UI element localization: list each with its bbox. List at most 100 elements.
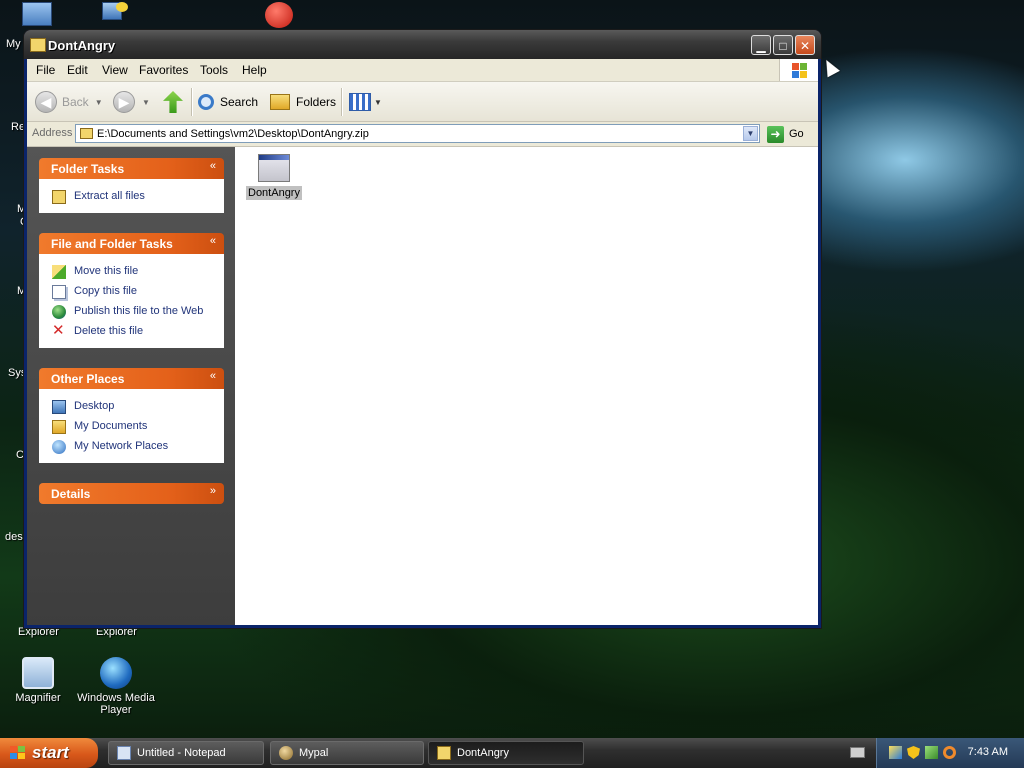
keyboard-language-icon[interactable]	[850, 747, 865, 758]
address-input[interactable]: E:\Documents and Settings\vm2\Desktop\Do…	[75, 124, 760, 143]
place-label: My Network Places	[74, 440, 169, 452]
menu-file[interactable]: File	[36, 63, 55, 77]
go-label: Go	[789, 128, 804, 140]
file-view[interactable]: DontAngry	[235, 147, 818, 625]
back-button[interactable]: ◀ Back ▼	[35, 90, 103, 114]
address-value: E:\Documents and Settings\vm2\Desktop\Do…	[97, 128, 369, 140]
start-label: start	[32, 743, 69, 762]
desktop-icon-network[interactable]	[102, 2, 132, 30]
search-label: Search	[220, 95, 259, 109]
desktop-icon	[52, 400, 66, 414]
close-icon: ✕	[799, 39, 811, 53]
taskbar-button-label: Untitled - Notepad	[137, 747, 226, 759]
back-dropdown-icon[interactable]: ▼	[95, 98, 103, 107]
msn-bubble-icon	[116, 2, 128, 12]
address-dropdown-icon[interactable]: ▼	[743, 126, 758, 141]
connection-tray-icon[interactable]	[925, 746, 938, 759]
close-button[interactable]: ✕	[795, 35, 815, 55]
forward-dropdown-icon[interactable]: ▼	[142, 98, 150, 107]
search-tray-icon[interactable]	[943, 746, 956, 759]
my-computer-icon	[22, 2, 52, 26]
desktop-icon-game[interactable]	[265, 2, 295, 30]
panel-header[interactable]: Other Places «	[39, 368, 224, 389]
folder-icon	[30, 38, 46, 52]
menu-bar: File Edit View Favorites Tools Help	[27, 59, 818, 82]
task-label: Publish this file to the Web	[74, 305, 204, 317]
publish-icon	[52, 305, 66, 319]
desktop-fragment-c2[interactable]: C	[16, 449, 24, 461]
start-button[interactable]: start	[0, 738, 98, 768]
task-move-this-file[interactable]: Move this file	[39, 262, 224, 282]
forward-arrow-icon: ▶	[113, 91, 135, 113]
maximize-button[interactable]: □	[773, 35, 793, 55]
taskbar-button-dontangry[interactable]: DontAngry	[428, 741, 584, 765]
menu-help[interactable]: Help	[242, 63, 267, 77]
expand-chevron-icon[interactable]: »	[210, 485, 216, 497]
task-label: Copy this file	[74, 285, 137, 297]
place-my-network-places[interactable]: My Network Places	[39, 437, 224, 457]
collapse-chevron-icon[interactable]: «	[210, 370, 216, 382]
taskbar-button-label: Mypal	[299, 747, 329, 759]
maximize-icon: □	[779, 39, 787, 53]
folders-button[interactable]: Folders	[270, 90, 336, 114]
taskbar: start Untitled - Notepad Mypal DontAngry…	[0, 738, 1024, 768]
network-places-icon	[52, 440, 66, 454]
desktop-icon-magnifier[interactable]: Magnifier	[0, 657, 78, 704]
forward-button[interactable]: ▶ ▼	[113, 90, 150, 114]
search-button[interactable]: Search	[198, 90, 258, 114]
desktop-fragment-des[interactable]: des	[5, 531, 23, 543]
mypal-icon	[279, 746, 293, 760]
desktop-fragment-my[interactable]: My	[6, 38, 21, 50]
explorer-window: DontAngry ▁ □ ✕ File Edit View Favorites…	[24, 30, 821, 628]
task-copy-this-file[interactable]: Copy this file	[39, 282, 224, 302]
place-my-documents[interactable]: My Documents	[39, 417, 224, 437]
panel-header[interactable]: File and Folder Tasks «	[39, 233, 224, 254]
security-shield-icon[interactable]	[907, 746, 920, 759]
views-dropdown-icon: ▼	[374, 97, 382, 107]
file-item-dontangry[interactable]: DontAngry	[246, 154, 302, 200]
mouse-pointer-icon	[820, 56, 840, 78]
place-desktop[interactable]: Desktop	[39, 397, 224, 417]
clock[interactable]: 7:43 AM	[968, 746, 1008, 758]
task-publish-to-web[interactable]: Publish this file to the Web	[39, 302, 224, 322]
taskbar-button-notepad[interactable]: Untitled - Notepad	[108, 741, 264, 765]
menu-edit[interactable]: Edit	[67, 63, 88, 77]
collapse-chevron-icon[interactable]: «	[210, 235, 216, 247]
task-pane: Folder Tasks « Extract all files File an…	[27, 147, 235, 625]
desktop-icon-media-player[interactable]: Windows Media Player	[76, 657, 156, 716]
panel-header[interactable]: Details »	[39, 483, 224, 504]
views-button[interactable]: ▼	[349, 90, 382, 114]
window-titlebar[interactable]: DontAngry ▁ □ ✕	[24, 30, 821, 59]
menu-favorites[interactable]: Favorites	[139, 63, 188, 77]
views-icon	[349, 93, 371, 111]
menu-view[interactable]: View	[102, 63, 128, 77]
network-tray-icon[interactable]	[889, 746, 902, 759]
place-label: Desktop	[74, 400, 115, 412]
desktop-icon-label: Magnifier	[15, 692, 61, 704]
desktop-icon-label: Windows Media Player	[77, 692, 155, 716]
up-arrow-icon	[163, 91, 183, 113]
panel-title: Other Places	[51, 372, 125, 386]
task-delete-this-file[interactable]: ✕ Delete this file	[39, 322, 224, 342]
application-icon	[258, 154, 290, 182]
folder-icon	[437, 746, 451, 760]
folders-label: Folders	[296, 95, 337, 109]
minimize-button[interactable]: ▁	[751, 35, 771, 55]
media-player-icon	[100, 657, 132, 689]
up-folder-button[interactable]	[163, 90, 183, 114]
toolbar-separator	[341, 88, 343, 116]
desktop-fragment-re[interactable]: Re	[11, 121, 25, 133]
panel-title: Folder Tasks	[51, 162, 125, 176]
taskbar-button-mypal[interactable]: Mypal	[270, 741, 424, 765]
system-tray: 7:43 AM	[876, 738, 1024, 768]
task-extract-all-files[interactable]: Extract all files	[39, 187, 224, 207]
go-button[interactable]: ➜ Go	[767, 125, 804, 143]
collapse-chevron-icon[interactable]: «	[210, 160, 216, 172]
panel-header[interactable]: Folder Tasks «	[39, 158, 224, 179]
panel-details: Details »	[39, 483, 224, 504]
menu-tools[interactable]: Tools	[200, 63, 228, 77]
panel-folder-tasks: Folder Tasks « Extract all files	[39, 158, 224, 213]
task-label: Extract all files	[74, 190, 145, 202]
window-title: DontAngry	[48, 38, 116, 53]
search-icon	[198, 94, 214, 110]
